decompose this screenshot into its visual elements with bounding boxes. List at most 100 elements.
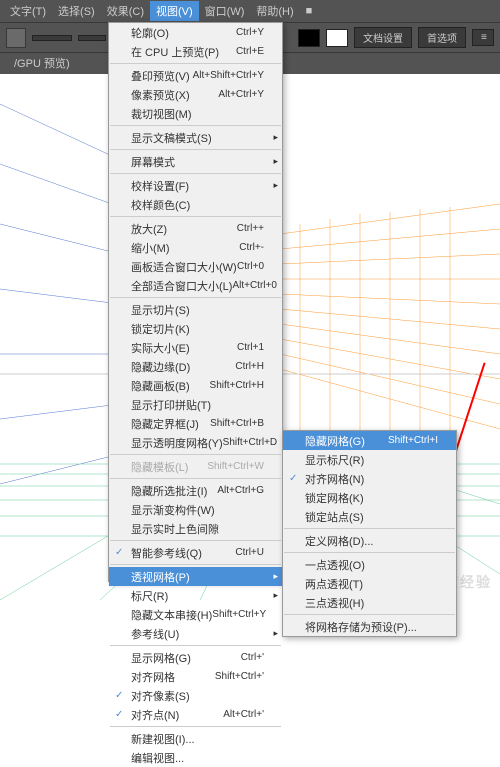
menu-item[interactable]: 校样设置(F) [109, 176, 282, 195]
menu-2[interactable]: 效果(C) [101, 1, 150, 21]
shortcut: Alt+Ctrl+G [217, 485, 264, 496]
menu-item[interactable]: 对齐网格Shift+Ctrl+' [109, 667, 282, 686]
shortcut: Shift+Ctrl+Y [212, 609, 266, 620]
shortcut: Ctrl+- [239, 242, 264, 253]
menu-item[interactable]: 对齐点(N)Alt+Ctrl+' [109, 705, 282, 724]
menu-label: 放大(Z) [131, 221, 167, 237]
menu-label: 隐藏定界框(J) [131, 416, 199, 432]
menu-item[interactable]: 屏幕模式 [109, 152, 282, 171]
menu-3[interactable]: 视图(V) [150, 1, 199, 21]
menu-label: 实际大小(E) [131, 340, 190, 356]
menu-item[interactable]: 新建视图(I)... [109, 729, 282, 748]
menu-label: 轮廓(O) [131, 25, 169, 41]
menu-item[interactable]: 三点透视(H) [283, 593, 456, 612]
menu-1[interactable]: 选择(S) [52, 1, 101, 21]
menu-item[interactable]: 锁定切片(K) [109, 319, 282, 338]
menu-item[interactable]: 锁定网格(K) [283, 488, 456, 507]
separator [110, 540, 281, 541]
shortcut: Ctrl+' [241, 652, 264, 663]
menu-label: 编辑视图... [131, 750, 184, 766]
shortcut: Ctrl+E [236, 46, 264, 57]
menu-label: 校样设置(F) [131, 178, 189, 194]
menu-item[interactable]: 校样颜色(C) [109, 195, 282, 214]
menu-item[interactable]: 锁定站点(S) [283, 507, 456, 526]
menu-6[interactable]: ■ [300, 3, 319, 19]
doc-setup-button[interactable]: 文档设置 [354, 27, 412, 48]
menu-item[interactable]: 全部适合窗口大小(L)Alt+Ctrl+0 [109, 276, 282, 295]
menu-item[interactable]: 实际大小(E) Ctrl+1 [109, 338, 282, 357]
shortcut: Shift+Ctrl+D [223, 437, 277, 448]
menu-item[interactable]: 像素预览(X)Alt+Ctrl+Y [109, 85, 282, 104]
menu-item[interactable]: 画板适合窗口大小(W)Ctrl+0 [109, 257, 282, 276]
menu-item[interactable]: 编辑视图... [109, 748, 282, 767]
menu-item[interactable]: 显示打印拼贴(T) [109, 395, 282, 414]
menu-label: 透视网格(P) [131, 569, 190, 585]
shortcut: Alt+Ctrl+0 [232, 280, 276, 291]
menu-item[interactable]: 叠印预览(V)Alt+Shift+Ctrl+Y [109, 66, 282, 85]
menu-label: 屏幕模式 [131, 154, 175, 170]
menu-item[interactable]: 对齐网格(N) [283, 469, 456, 488]
zoom-select[interactable] [32, 35, 72, 41]
separator [110, 125, 281, 126]
menu-item[interactable]: 显示切片(S) [109, 300, 282, 319]
menu-item[interactable]: 透视网格(P) [109, 567, 282, 586]
shortcut: Shift+Ctrl+B [210, 418, 264, 429]
menu-item[interactable]: 隐藏边缘(D)Ctrl+H [109, 357, 282, 376]
stroke-swatch[interactable] [326, 29, 348, 47]
menu-label: 锁定切片(K) [131, 321, 190, 337]
menu-label: 显示切片(S) [131, 302, 190, 318]
perspective-grid-submenu: 隐藏网格(G)Shift+Ctrl+I显示标尺(R)对齐网格(N)锁定网格(K)… [282, 430, 457, 637]
menu-4[interactable]: 窗口(W) [199, 1, 251, 21]
menu-item[interactable]: 标尺(R) [109, 586, 282, 605]
menu-item[interactable]: 隐藏画板(B)Shift+Ctrl+H [109, 376, 282, 395]
menu-item[interactable]: 参考线(U) [109, 624, 282, 643]
menu-label: 画板适合窗口大小(W) [131, 259, 237, 275]
menu-item[interactable]: 隐藏网格(G)Shift+Ctrl+I [283, 431, 456, 450]
menu-label: 隐藏网格(G) [305, 433, 365, 449]
separator [284, 552, 455, 553]
menu-item[interactable]: 显示文稿模式(S) [109, 128, 282, 147]
menu-item[interactable]: 放大(Z)Ctrl++ [109, 219, 282, 238]
menu-item[interactable]: 显示透明度网格(Y)Shift+Ctrl+D [109, 433, 282, 452]
menu-label: 裁切视图(M) [131, 106, 192, 122]
menu-label: 显示打印拼贴(T) [131, 397, 211, 413]
menu-item[interactable]: 在 CPU 上预览(P)Ctrl+E [109, 42, 282, 61]
menu-label: 显示渐变构件(W) [131, 502, 215, 518]
menu-item[interactable]: 显示实时上色间隙 [109, 519, 282, 538]
menu-item[interactable]: 裁切视图(M) [109, 104, 282, 123]
separator [284, 528, 455, 529]
menu-0[interactable]: 文字(T) [4, 1, 52, 21]
preferences-button[interactable]: 首选项 [418, 27, 466, 48]
menu-label: 隐藏画板(B) [131, 378, 190, 394]
menu-item[interactable]: 显示渐变构件(W) [109, 500, 282, 519]
menu-item[interactable]: 轮廓(O)Ctrl+Y [109, 23, 282, 42]
tool-button[interactable] [6, 28, 26, 48]
menu-label: 显示文稿模式(S) [131, 130, 212, 146]
tab[interactable]: /GPU 预览) [8, 56, 76, 72]
menu-item[interactable]: 对齐像素(S) [109, 686, 282, 705]
separator [110, 216, 281, 217]
menu-item[interactable]: 显示网格(G)Ctrl+' [109, 648, 282, 667]
separator [110, 63, 281, 64]
menu-item[interactable]: 隐藏定界框(J) Shift+Ctrl+B [109, 414, 282, 433]
menu-label: 隐藏文本串接(H) [131, 607, 212, 623]
menu-item[interactable]: 一点透视(O) [283, 555, 456, 574]
menu-item[interactable]: 定义网格(D)... [283, 531, 456, 550]
menu-item[interactable]: 两点透视(T) [283, 574, 456, 593]
menu-item[interactable]: 隐藏文本串接(H)Shift+Ctrl+Y [109, 605, 282, 624]
menu-item[interactable]: 智能参考线(Q)Ctrl+U [109, 543, 282, 562]
menu-label: 显示实时上色间隙 [131, 521, 219, 537]
menu-item[interactable]: 将网格存储为预设(P)... [283, 617, 456, 636]
menu-label: 两点透视(T) [305, 576, 363, 592]
fill-swatch[interactable] [298, 29, 320, 47]
align-button[interactable]: ≡ [472, 29, 494, 46]
menu-item[interactable]: 缩小(M)Ctrl+- [109, 238, 282, 257]
select-1[interactable] [78, 35, 106, 41]
menu-item[interactable]: 隐藏所选批注(I)Alt+Ctrl+G [109, 481, 282, 500]
menu-label: 对齐像素(S) [131, 688, 190, 704]
menu-item[interactable]: 显示标尺(R) [283, 450, 456, 469]
shortcut: Alt+Shift+Ctrl+Y [193, 70, 264, 81]
shortcut: Ctrl+1 [237, 342, 264, 353]
shortcut: Ctrl+H [235, 361, 264, 372]
menu-5[interactable]: 帮助(H) [250, 1, 299, 21]
